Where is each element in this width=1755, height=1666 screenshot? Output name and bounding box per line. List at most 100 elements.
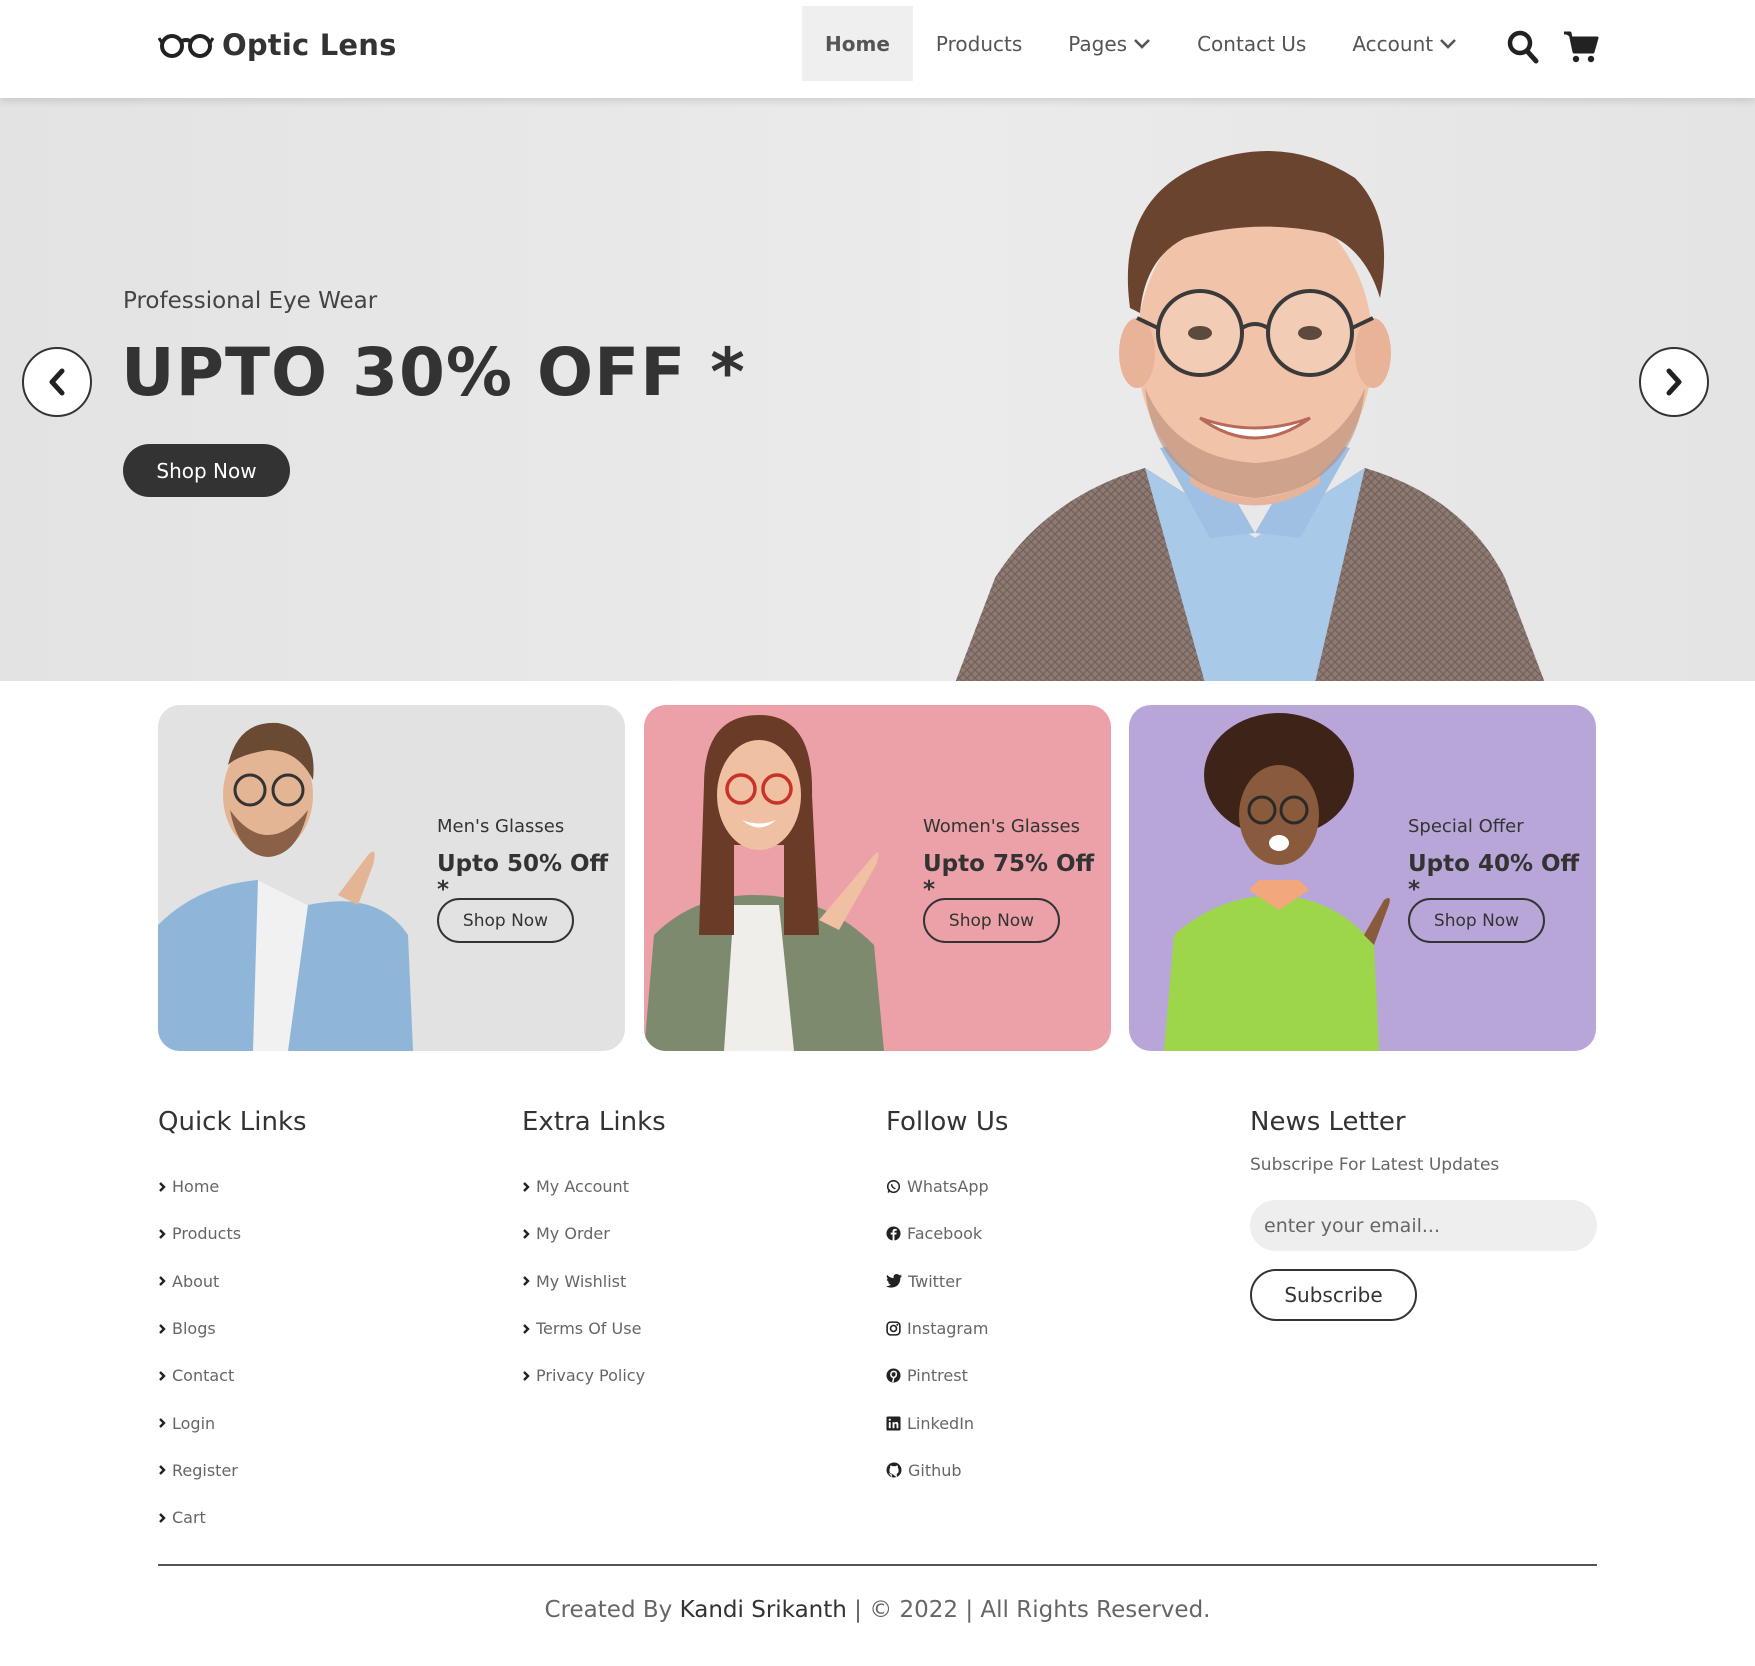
glasses-icon [158,34,214,58]
link-label: Privacy Policy [536,1366,646,1386]
pinterest-icon [886,1368,901,1383]
card-offer: Upto 40% Off * [1408,851,1580,903]
chevron-right-icon [523,1323,530,1334]
link-label: My Wishlist [536,1271,627,1291]
facebook-icon [886,1226,901,1242]
search-icon[interactable] [1507,30,1539,64]
promo-card-special: Special Offer Upto 40% Off * Shop Now [1129,705,1596,1051]
follow-github[interactable]: Github [886,1447,1008,1494]
special-shop-now-button[interactable]: Shop Now [1408,898,1545,943]
follow-whatsapp[interactable]: WhatsApp [886,1163,1008,1210]
link-label: WhatsApp [907,1177,989,1197]
nav-products[interactable]: Products [913,6,1045,81]
chevron-right-icon [523,1370,530,1381]
instagram-icon [886,1321,901,1336]
newsletter-subtitle: Subscripe For Latest Updates [1250,1155,1500,1175]
footer-newsletter: News Letter Subscripe For Latest Updates [1250,1107,1499,1175]
extra-links-title: Extra Links [522,1107,666,1137]
github-icon [886,1462,902,1478]
footer-divider [158,1564,1597,1566]
link-label: Twitter [908,1271,962,1291]
nav-contact-us[interactable]: Contact Us [1174,6,1329,81]
hero-title: UPTO 30% OFF * [121,334,746,411]
nav-home[interactable]: Home [802,6,913,81]
linkedin-icon [886,1416,901,1431]
link-label: Blogs [172,1319,216,1339]
link-label: Products [172,1224,242,1244]
carousel-prev-button[interactable] [22,347,92,417]
promo-card-womens: Women's Glasses Upto 75% Off * Shop Now [644,705,1111,1051]
footer-follow-us: Follow Us WhatsApp Facebook Twitter Inst… [886,1107,1008,1494]
link-label: About [172,1271,220,1291]
quick-link-cart[interactable]: Cart [158,1494,307,1541]
whatsapp-icon [886,1180,901,1194]
quick-link-products[interactable]: Products [158,1210,307,1257]
site-header: Optic Lens Home Products Pages Contact U… [0,0,1755,98]
quick-link-contact[interactable]: Contact [158,1352,307,1399]
link-label: Login [172,1413,216,1433]
card-category: Special Offer [1408,816,1524,837]
chevron-right-icon [159,1370,166,1381]
quick-link-login[interactable]: Login [158,1399,307,1446]
extra-link-privacy[interactable]: Privacy Policy [522,1352,666,1399]
quick-link-blogs[interactable]: Blogs [158,1305,307,1352]
special-model-image [1164,713,1390,1051]
link-label: Facebook [907,1224,983,1244]
subscribe-button[interactable]: Subscribe [1250,1269,1417,1321]
brand-logo[interactable]: Optic Lens [158,28,397,62]
link-label: Pintrest [907,1366,968,1386]
extra-link-my-wishlist[interactable]: My Wishlist [522,1258,666,1305]
chevron-right-icon [159,1181,166,1192]
link-label: Register [172,1460,238,1480]
carousel-next-button[interactable] [1639,347,1709,417]
link-label: Contact [172,1366,235,1386]
follow-twitter[interactable]: Twitter [886,1258,1008,1305]
footer-credits: Created By Kandi Srikanth | © 2022 | All… [0,1597,1755,1623]
follow-facebook[interactable]: Facebook [886,1210,1008,1257]
hero-banner: Professional Eye Wear UPTO 30% OFF * Sho… [0,98,1755,681]
brand-name: Optic Lens [222,28,397,62]
extra-link-my-order[interactable]: My Order [522,1210,666,1257]
chevron-left-icon [49,368,65,396]
nav-account[interactable]: Account [1329,6,1480,81]
chevron-right-icon [523,1181,530,1192]
link-label: My Account [536,1177,629,1197]
credits-author: Kandi Srikanth [679,1597,847,1623]
follow-instagram[interactable]: Instagram [886,1305,1008,1352]
credits-suffix: | © 2022 | All Rights Reserved. [854,1597,1211,1623]
footer-extra-links: Extra Links My Account My Order My Wishl… [522,1107,666,1399]
nav-contact-label: Contact Us [1197,31,1307,56]
chevron-right-icon [159,1512,166,1523]
chevron-right-icon [159,1418,166,1428]
nav-pages-label: Pages [1068,31,1128,56]
mens-model-image [158,722,413,1051]
extra-link-terms[interactable]: Terms Of Use [522,1305,666,1352]
extra-link-my-account[interactable]: My Account [522,1163,666,1210]
card-category: Men's Glasses [437,816,565,837]
quick-link-about[interactable]: About [158,1258,307,1305]
quick-link-register[interactable]: Register [158,1447,307,1494]
chevron-right-icon [159,1276,166,1287]
womens-model-image [644,715,884,1051]
nav-home-label: Home [825,31,890,56]
nav-pages[interactable]: Pages [1045,6,1174,81]
card-offer: Upto 75% Off * [923,851,1095,903]
mens-shop-now-button[interactable]: Shop Now [437,898,574,943]
follow-us-title: Follow Us [886,1107,1009,1137]
newsletter-title: News Letter [1250,1107,1406,1137]
link-label: My Order [536,1224,610,1244]
follow-linkedin[interactable]: LinkedIn [886,1399,1008,1446]
newsletter-email-input[interactable] [1250,1200,1597,1251]
link-label: Github [908,1460,962,1480]
link-label: Cart [172,1508,206,1528]
cart-icon[interactable] [1563,30,1599,64]
hero-shop-now-button[interactable]: Shop Now [123,444,290,497]
main-nav: Home Products Pages Contact Us Account [802,6,1480,81]
follow-pintrest[interactable]: Pintrest [886,1352,1008,1399]
quick-link-home[interactable]: Home [158,1163,307,1210]
womens-shop-now-button[interactable]: Shop Now [923,898,1060,943]
chevron-right-icon [159,1323,166,1334]
link-label: Home [172,1177,220,1197]
chevron-right-icon [523,1229,530,1239]
chevron-right-icon [1666,368,1682,396]
